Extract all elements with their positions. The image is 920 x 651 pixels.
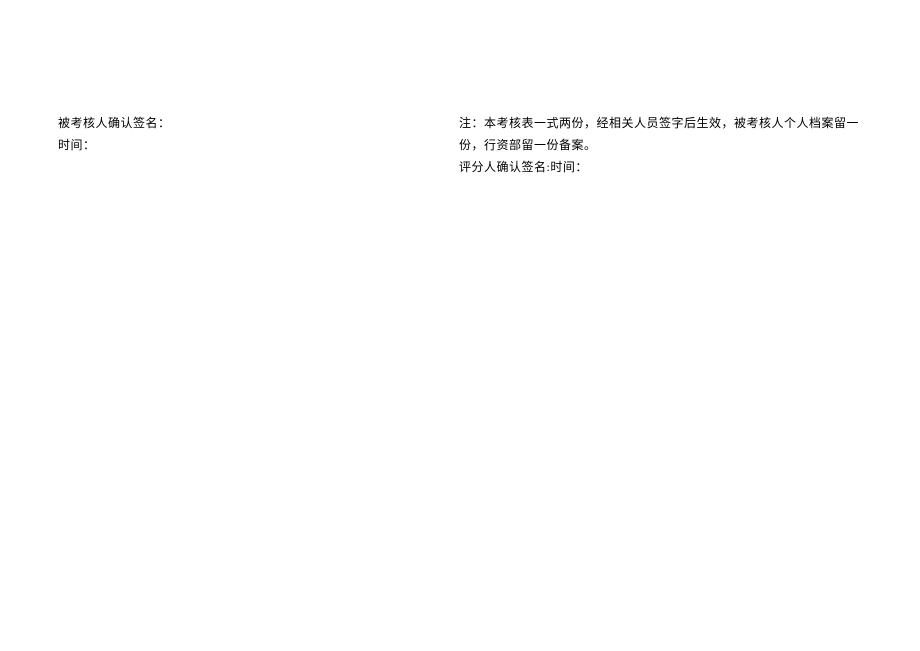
note-text: 注：本考核表一式两份，经相关人员签字后生效，被考核人个人档案留一份，行资部留一份… [459,112,859,156]
right-note-block: 注：本考核表一式两份，经相关人员签字后生效，被考核人个人档案留一份，行资部留一份… [459,112,859,178]
left-signature-block: 被考核人确认签名： 时间： [58,112,438,156]
examinee-signature-label: 被考核人确认签名： [58,112,438,134]
time-label-left: 时间： [58,134,438,156]
scorer-signature-time-label: 评分人确认签名:时间： [459,156,859,178]
